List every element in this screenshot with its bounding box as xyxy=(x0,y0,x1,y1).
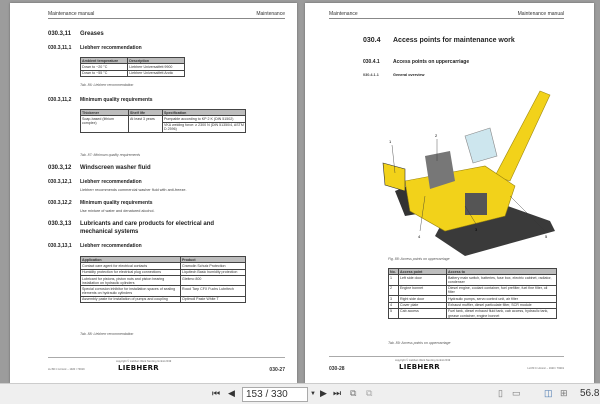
section-title: Liebherr recommendation xyxy=(80,243,142,249)
section-number: 030.3,11 xyxy=(48,31,72,37)
section-number: 030.4.1 xyxy=(363,59,380,65)
table-cell: Cab access xyxy=(398,307,447,320)
page-number: 030-28 xyxy=(329,366,345,372)
section-title: Minimum quality requirements xyxy=(80,200,153,206)
body-text: Use mixture of water and denatured alcoh… xyxy=(80,209,155,213)
table-cell: Down to −55 °C xyxy=(79,69,129,77)
callout-label: 2 xyxy=(435,133,438,138)
callout-label: 4 xyxy=(418,234,421,239)
table-cell: Special corrosion inhibitor for installa… xyxy=(80,285,181,297)
right-document-page: Maintenance Maintenance manual 030.4 Acc… xyxy=(305,3,594,383)
previous-page-icon[interactable]: ◀ xyxy=(228,388,235,399)
table-caption: Tab. 86: Liebherr recommendation xyxy=(80,83,134,87)
footer-copyright: copyright © Liebherr-Werk Nenzing GmbH 2… xyxy=(116,360,172,363)
continuous-view-icon[interactable]: ▭ xyxy=(512,388,521,399)
viewer-toolbar: ⏮ ◀ 153 / 330 ▼ ▶ ⏭ ⧉ ⧉ ▯ ▭ ◫ ⊞ 56.82 xyxy=(0,383,600,404)
table-row: Assembly paste for installation of pumps… xyxy=(80,295,246,304)
table-lubricants: Application Product Contact care agent fo… xyxy=(80,255,246,304)
section-number: 030.3,12,2 xyxy=(48,200,72,206)
section-title: Greases xyxy=(80,31,104,37)
page-number: 030-27 xyxy=(269,367,285,373)
header-right: Maintenance manual xyxy=(517,11,564,17)
section-number: 030.4 xyxy=(363,37,381,44)
next-view-icon[interactable]: ⧉ xyxy=(366,388,372,399)
zoom-level[interactable]: 56.82 xyxy=(580,388,600,399)
header-left: Maintenance manual xyxy=(48,11,95,17)
section-number: 030.4.1.1 xyxy=(363,73,379,77)
section-number: 030.3,11,1 xyxy=(48,45,72,51)
section-title-cont: mechanical systems xyxy=(80,229,139,235)
table-row: 1 Left side door Battery main switch, batt… xyxy=(388,274,557,286)
table-cell: Fuel tank, diesel exhaust fluid tank, ca… xyxy=(446,307,557,320)
continuous-two-page-icon[interactable]: ⊞ xyxy=(560,388,568,399)
footer-rule xyxy=(48,357,285,358)
table-cell: Engine bonnet xyxy=(398,284,447,297)
section-number: 030.3,11,2 xyxy=(48,97,72,103)
page-dropdown-chevron-icon[interactable]: ▼ xyxy=(310,391,316,397)
page-number-input[interactable]: 153 / 330 xyxy=(242,387,308,402)
liebherr-logo: LIEBHERR xyxy=(118,364,160,372)
next-page-icon[interactable]: ▶ xyxy=(320,388,327,399)
section-number: 030.3,13 xyxy=(48,221,72,227)
section-title: Liebherr recommendation xyxy=(80,45,142,51)
previous-view-icon[interactable]: ⧉ xyxy=(350,388,356,399)
figure-caption: Fig. 88: Access points on uppercarriage xyxy=(388,257,450,261)
table-cell: Soap-based (lithium complex) xyxy=(80,115,129,134)
single-page-view-icon[interactable]: ▯ xyxy=(498,388,503,399)
table-row: Down to −55 °C Liebherr Universalfett Arc… xyxy=(79,69,185,77)
table-ambient-temperature: Ambient temperature Description Down to −… xyxy=(79,56,185,77)
table-cell: Optimoll Paste White T xyxy=(180,295,246,304)
table-cell: Diesel engine, coolant container, fuel p… xyxy=(446,284,557,297)
table-caption: Tab. 87: Minimum quality requirements xyxy=(80,153,141,157)
table-cell: 5 xyxy=(388,307,399,320)
table-row: 5 Cab access Fuel tank, diesel exhaust flu… xyxy=(388,307,557,320)
section-title: Windscreen washer fluid xyxy=(80,165,151,171)
table-cell: Liebherr Universalfett Arctic xyxy=(127,69,185,77)
header-left: Maintenance xyxy=(329,11,358,17)
section-title: General overview xyxy=(393,73,425,77)
section-title: Liebherr recommendation xyxy=(80,179,142,185)
footer-doc-id: LH 80 C Litronic – 1920 / 79319 xyxy=(48,368,85,371)
section-title: Lubricants and care products for electri… xyxy=(80,221,215,227)
crawler-crane-illustration: 1 2 3 4 5 xyxy=(382,90,555,256)
table-row: Lubricant for pistons, piston nuts and p… xyxy=(80,274,246,287)
two-page-view-icon[interactable]: ◫ xyxy=(544,388,553,399)
left-document-page: Maintenance manual Maintenance 030.3,11 … xyxy=(10,3,297,383)
table-cell: VKA welding force: ≥ 2300 N (DIN 51350/4… xyxy=(162,121,246,134)
header-right: Maintenance xyxy=(256,11,285,17)
body-text: Liebherr recommends commercial washer fl… xyxy=(80,188,187,192)
table-row: 2 Engine bonnet Diesel engine, coolant con… xyxy=(388,284,557,297)
section-number: 030.3,12 xyxy=(48,165,72,171)
table-cell: 2 xyxy=(388,284,399,297)
table-caption: Tab. 89: Access points on uppercarriage xyxy=(388,341,451,345)
footer-copyright: copyright © Liebherr-Werk Nenzing GmbH 2… xyxy=(395,359,451,362)
table-caption: Tab. 88: Liebherr recommendation xyxy=(80,332,134,336)
last-page-icon[interactable]: ⏭ xyxy=(333,388,341,399)
section-title: Access points on uppercarriage xyxy=(393,59,470,65)
table-cell: Lubricant for pistons, piston nuts and p… xyxy=(80,274,181,287)
table-row: Special corrosion inhibitor for installa… xyxy=(80,285,246,297)
section-number: 030.3,13,1 xyxy=(48,243,72,249)
table-cell: 1 xyxy=(388,274,399,286)
header-rule xyxy=(48,18,285,19)
table-cell: Rocol Tarp CFX Fuchs Lubritech xyxy=(180,285,246,297)
table-access-points: No. Access point Access to 1 Left side door… xyxy=(388,267,557,320)
table-cell: Assembly paste for installation of pumps… xyxy=(80,295,181,304)
liebherr-logo: LIEBHERR xyxy=(399,363,441,371)
table-cell: Gleitmo 800 xyxy=(180,274,246,287)
section-title: Access points for maintenance work xyxy=(393,37,515,44)
callout-label: 5 xyxy=(545,234,548,239)
table-cell: Battery main switch, batteries, fuse box… xyxy=(446,274,557,286)
section-number: 030.3,12,1 xyxy=(48,179,72,185)
callout-label: 1 xyxy=(389,139,392,144)
footer-rule xyxy=(329,356,564,357)
first-page-icon[interactable]: ⏮ xyxy=(212,388,220,399)
section-title: Minimum quality requirements xyxy=(80,97,153,103)
footer-doc-id: LH 80 C Litronic – 1920 / 79319 xyxy=(527,367,564,370)
header-rule xyxy=(329,18,564,19)
table-cell: At least 3 years xyxy=(128,115,163,134)
table-minimum-quality: Thickener Shelf life Specification Soap-ba… xyxy=(80,108,246,134)
table-cell: Left side door xyxy=(398,274,447,286)
